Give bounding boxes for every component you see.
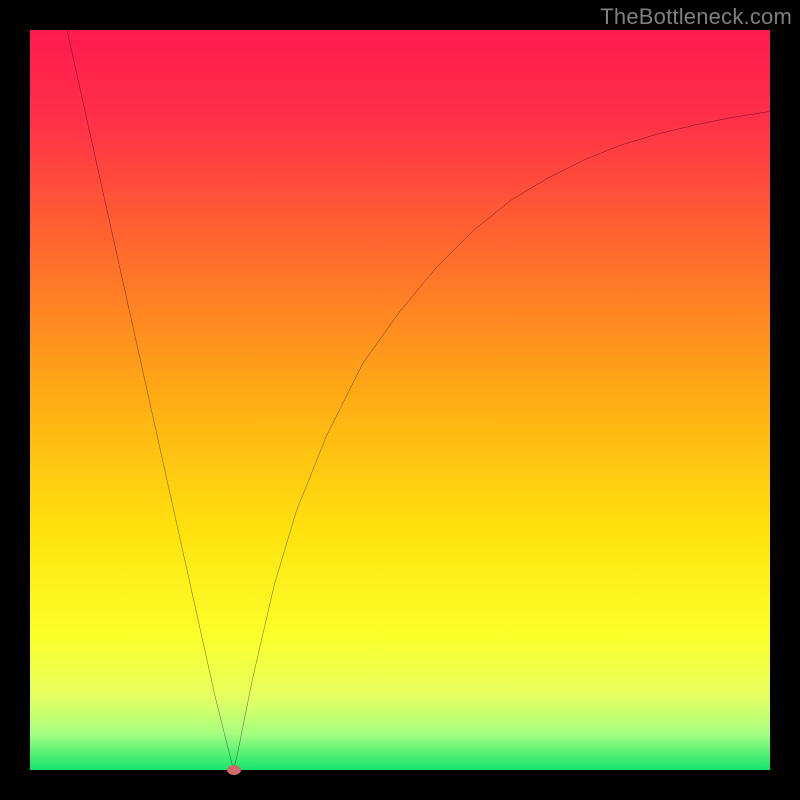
gradient-background [30, 30, 770, 770]
optimal-point-marker [227, 765, 241, 775]
bottleneck-chart [30, 30, 770, 770]
chart-frame: TheBottleneck.com [0, 0, 800, 800]
attribution-label: TheBottleneck.com [600, 4, 792, 30]
